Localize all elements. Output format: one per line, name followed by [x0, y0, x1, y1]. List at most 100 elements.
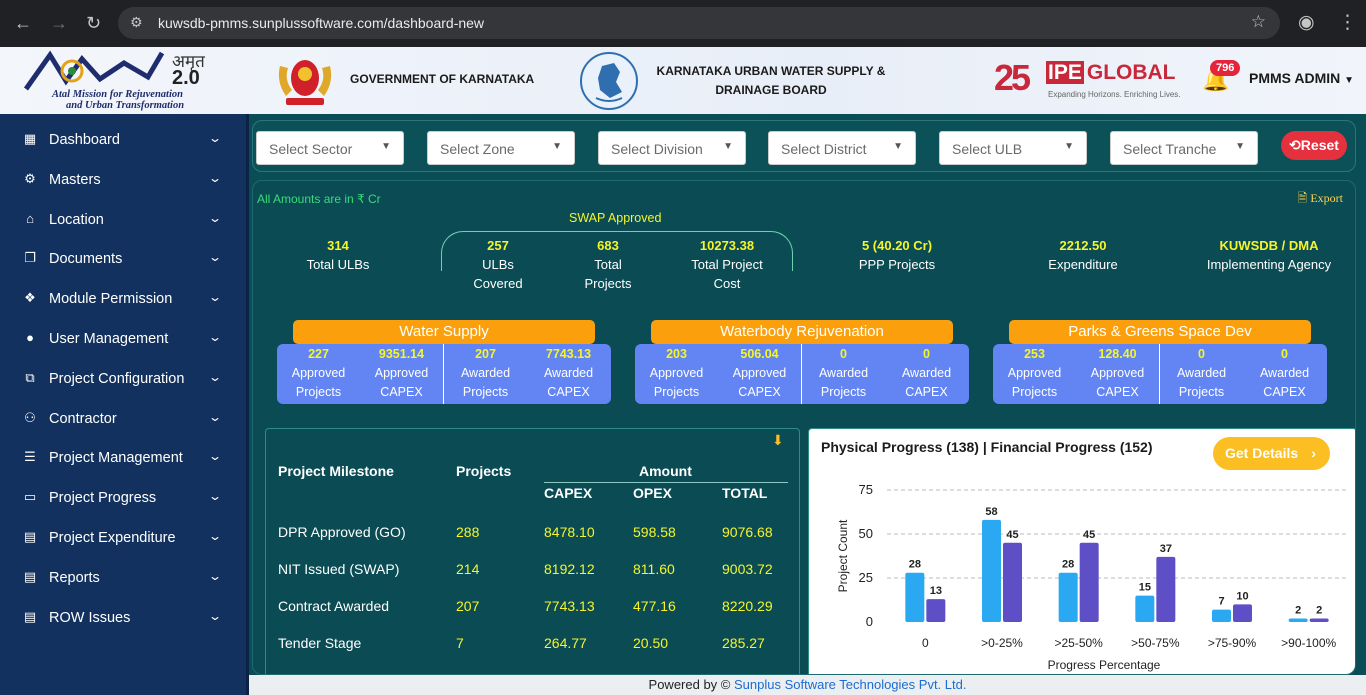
sector-select[interactable]: Select Sector ▼: [256, 131, 404, 165]
x-tick-label: >75-90%: [1208, 636, 1257, 650]
notification-badge[interactable]: 796: [1210, 60, 1241, 76]
chevron-down-icon[interactable]: ⌄: [208, 131, 222, 145]
division-select-text[interactable]: Select Division: [611, 141, 703, 157]
milestone-opex: 20.50: [633, 635, 669, 651]
chevron-right-icon[interactable]: ›: [1311, 437, 1316, 470]
sidebar: ▦ Dashboard ⌄ ⚙ Masters ⌄ ⌂ Location ⌄ ❐ Documents…: [0, 114, 246, 695]
caret-down-icon[interactable]: ▼: [1064, 141, 1074, 152]
chevron-down-icon[interactable]: ⌄: [208, 211, 222, 225]
user-name[interactable]: PMMS ADMIN: [1249, 70, 1340, 86]
zone-select-text[interactable]: Select Zone: [440, 141, 515, 157]
reset-button[interactable]: ⟲Reset: [1281, 131, 1347, 160]
tranche-select-text[interactable]: Select Tranche: [1123, 141, 1216, 157]
bookmark-star-icon[interactable]: ☆: [1251, 12, 1266, 32]
caret-down-icon[interactable]: ▼: [893, 141, 903, 152]
user-menu[interactable]: PMMS ADMIN ▼: [1249, 70, 1354, 86]
metric-value: 227: [308, 347, 329, 361]
kuwsdb-logo: [580, 52, 638, 110]
bar: [1233, 604, 1252, 622]
file-export-icon[interactable]: 🗎: [1298, 191, 1308, 205]
milestone-opex: 598.58: [633, 524, 676, 540]
caret-down-icon[interactable]: ▼: [723, 141, 733, 152]
chevron-down-icon[interactable]: ⌄: [208, 330, 222, 344]
download-icon[interactable]: ⬇: [772, 432, 784, 449]
y-tick-label: 0: [866, 614, 873, 629]
caret-down-icon[interactable]: ▼: [552, 141, 562, 152]
category-title: Waterbody Rejuvenation: [651, 320, 953, 344]
url-text[interactable]: kuwsdb-pmms.sunplussoftware.com/dashboar…: [158, 15, 484, 31]
sidebar-item-contractor[interactable]: ⚇ Contractor ⌄: [0, 397, 246, 437]
zone-select[interactable]: Select Zone ▼: [427, 131, 575, 165]
sidebar-item-reports[interactable]: ▤ Reports ⌄: [0, 556, 246, 596]
reload-icon[interactable]: ↻: [86, 13, 101, 34]
milestone-table: ⬇ Project Milestone Projects Amount CAPE…: [265, 428, 800, 674]
chevron-down-icon[interactable]: ⌄: [208, 489, 222, 503]
metric-label: Projects: [295, 385, 342, 399]
sidebar-item-location[interactable]: ⌂ Location ⌄: [0, 198, 246, 238]
profile-icon[interactable]: ◉: [1298, 11, 1315, 34]
sidebar-item-user-management[interactable]: ● User Management ⌄: [0, 317, 246, 357]
chevron-down-icon[interactable]: ⌄: [208, 410, 222, 424]
get-details-button[interactable]: Get Details ›: [1213, 437, 1330, 470]
get-details-label[interactable]: Get Details: [1225, 445, 1298, 461]
stat-value: 10273.38: [699, 238, 755, 253]
sidebar-item-masters[interactable]: ⚙ Masters ⌄: [0, 158, 246, 198]
cubes-icon: ❖: [24, 290, 36, 306]
metric-label: Awarded: [818, 366, 869, 380]
data-label: 2: [1316, 604, 1322, 616]
sidebar-item-project-management[interactable]: ☰ Project Management ⌄: [0, 436, 246, 476]
sidebar-item-dashboard[interactable]: ▦ Dashboard ⌄: [0, 118, 246, 158]
sidebar-item-label: User Management: [49, 331, 169, 347]
sector-select-text[interactable]: Select Sector: [269, 141, 352, 157]
caret-down-icon[interactable]: ▼: [1344, 75, 1354, 86]
chevron-down-icon[interactable]: ⌄: [208, 171, 222, 185]
metric-value: 7743.13: [545, 347, 592, 361]
metric-label: Projects: [1178, 385, 1225, 399]
chevron-down-icon[interactable]: ⌄: [208, 609, 222, 623]
chevron-down-icon[interactable]: ⌄: [208, 569, 222, 583]
district-select[interactable]: Select District ▼: [768, 131, 916, 165]
menu-icon[interactable]: ⋮: [1338, 11, 1357, 34]
bar: [1135, 595, 1155, 622]
back-icon[interactable]: ←: [14, 13, 32, 34]
stat-total-cost: 10273.38 Total Project Cost: [677, 236, 777, 293]
footer-company-link[interactable]: Sunplus Software Technologies Pvt. Ltd.: [734, 677, 966, 692]
chevron-down-icon[interactable]: ⌄: [208, 370, 222, 384]
sidebar-item-project-configuration[interactable]: ⧉ Project Configuration ⌄: [0, 357, 246, 397]
address-bar[interactable]: ⚙ kuwsdb-pmms.sunplussoftware.com/dashbo…: [118, 7, 1280, 39]
col-milestone: Project Milestone: [278, 463, 394, 479]
division-select[interactable]: Select Division ▼: [598, 131, 746, 165]
bar: [982, 519, 1001, 622]
metric-label: CAPEX: [905, 385, 948, 399]
sidebar-item-row-issues[interactable]: ▤ ROW Issues ⌄: [0, 596, 246, 636]
x-tick-label: >0-25%: [981, 636, 1023, 650]
site-settings-icon[interactable]: ⚙: [130, 14, 143, 31]
sidebar-item-project-expenditure[interactable]: ▤ Project Expenditure ⌄: [0, 516, 246, 556]
reset-label[interactable]: Reset: [1301, 137, 1339, 153]
chevron-down-icon[interactable]: ⌄: [208, 449, 222, 463]
gear-icon: ⚙: [24, 170, 36, 186]
chevron-down-icon[interactable]: ⌄: [208, 250, 222, 264]
tranche-select[interactable]: Select Tranche ▼: [1110, 131, 1258, 165]
forward-icon[interactable]: →: [50, 13, 68, 34]
sidebar-item-project-progress[interactable]: ▭ Project Progress ⌄: [0, 476, 246, 516]
district-select-text[interactable]: Select District: [781, 141, 867, 157]
chevron-down-icon[interactable]: ⌄: [208, 529, 222, 543]
metric-value: 253: [1024, 347, 1045, 361]
export-link[interactable]: 🗎 Export: [1298, 189, 1343, 210]
sidebar-item-module-permission[interactable]: ❖ Module Permission ⌄: [0, 277, 246, 317]
export-label[interactable]: Export: [1310, 191, 1343, 205]
stat-label: ULBs: [482, 257, 514, 272]
reset-icon[interactable]: ⟲: [1289, 137, 1301, 153]
filter-bar: Select Sector ▼ Select Zone ▼ Select Divis…: [252, 120, 1356, 172]
sidebar-item-documents[interactable]: ❐ Documents ⌄: [0, 237, 246, 277]
caret-down-icon[interactable]: ▼: [1235, 141, 1245, 152]
ulb-select[interactable]: Select ULB ▼: [939, 131, 1087, 165]
ulb-select-text[interactable]: Select ULB: [952, 141, 1022, 157]
chevron-down-icon[interactable]: ⌄: [208, 290, 222, 304]
stat-value: 683: [597, 238, 619, 253]
sidebar-item-label: Masters: [49, 171, 101, 188]
data-label: 45: [1083, 529, 1095, 541]
stat-value: 314: [327, 238, 349, 253]
caret-down-icon[interactable]: ▼: [381, 141, 391, 152]
